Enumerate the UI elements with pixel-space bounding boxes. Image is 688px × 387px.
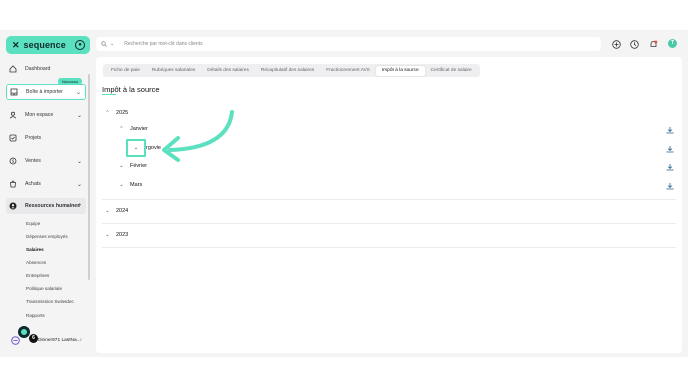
chevron-down-icon: ⌄	[133, 145, 139, 151]
chevron-down-icon: ⌄	[76, 112, 82, 119]
tab-fiche-de-paie[interactable]: Fiche de paie	[105, 66, 146, 76]
expand-canton-button[interactable]: ⌄	[126, 139, 146, 157]
tab-fractionnement[interactable]: Fractionnement AVS	[320, 66, 376, 76]
tab-rubriques[interactable]: Rubriques salariales	[146, 66, 201, 76]
sidebar-item-label: Dashboard	[25, 66, 51, 72]
search-bar[interactable]: ⌄ Recherche par mot-clé dans clients	[96, 37, 601, 51]
tab-recapitulatif[interactable]: Récapitulatif des salaires	[255, 66, 320, 76]
sidebar-item-label: Achats	[25, 181, 41, 187]
sidebar-subitem-depenses[interactable]: Dépenses employés	[26, 234, 68, 239]
user-icon	[9, 111, 17, 119]
month-row-janvier[interactable]: ⌃ Janvier	[119, 126, 148, 132]
company-icon	[11, 336, 20, 345]
chevron-down-icon: ⌄	[119, 163, 124, 169]
sidebar-subitem-swissdec[interactable]: Transmission Swissdec	[26, 299, 74, 304]
month-label: Mars	[130, 182, 143, 188]
year-row-2024[interactable]: ⌄ 2024	[105, 208, 128, 214]
divider	[102, 247, 676, 248]
brand-logo[interactable]: ✕ sequence ●	[6, 36, 90, 54]
chevron-up-icon: ⌃	[76, 203, 82, 210]
people-icon	[9, 202, 17, 210]
chevron-down-icon: ⌄	[76, 158, 82, 165]
chevron-up-icon: ⌃	[105, 110, 110, 116]
tab-bar: Fiche de paie Rubriques salariales Détai…	[103, 64, 480, 77]
bell-icon[interactable]	[648, 39, 658, 49]
chevron-down-icon[interactable]: ⌄	[110, 41, 114, 47]
sidebar-item-ressources-humaines[interactable]: Ressources humaines ⌃	[6, 198, 86, 214]
month-row-mars[interactable]: ⌄ Mars	[119, 182, 142, 188]
sidebar-scrollbar[interactable]	[88, 74, 90, 280]
sidebar-subitem-equipe[interactable]: Equipe	[26, 221, 40, 226]
divider	[102, 199, 676, 200]
clock-icon[interactable]	[629, 39, 639, 49]
notification-count-badge: 6	[29, 334, 38, 343]
chevron-down-icon: ⌄	[119, 182, 124, 188]
download-icon[interactable]	[665, 125, 674, 134]
year-label: 2025	[116, 110, 129, 116]
sidebar-subitem-politique[interactable]: Politique salariale	[26, 286, 62, 291]
tab-impot-a-la-source[interactable]: Impôt à la source	[375, 65, 425, 76]
new-badge: Nouveau	[58, 78, 82, 85]
sidebar-item-label: Projets	[25, 135, 42, 141]
user-name[interactable]: Dinner971 LastNa...	[38, 338, 81, 343]
sidebar-item-label: Ventes	[25, 158, 41, 164]
main-card	[96, 57, 682, 353]
sidebar-subitem-entreprises[interactable]: Entreprises	[26, 273, 49, 278]
sidebar-item-projets[interactable]: Projets	[6, 130, 86, 146]
year-label: 2024	[116, 208, 129, 214]
avatar[interactable]: T	[668, 39, 677, 48]
page-title: Impôt à la source	[102, 85, 160, 94]
download-icon[interactable]	[665, 144, 674, 153]
search-icon	[101, 41, 107, 47]
check-square-icon	[9, 134, 17, 142]
sidebar-subitem-rapports[interactable]: Rapports	[26, 313, 45, 318]
chevron-down-icon: ⌄	[105, 208, 110, 214]
year-row-2025[interactable]: ⌃ 2025	[105, 110, 128, 116]
dollar-icon: $	[9, 157, 17, 165]
download-icon[interactable]	[665, 162, 674, 171]
sidebar-subitem-absences[interactable]: Absences	[26, 260, 46, 265]
sidebar-item-boite-a-importer[interactable]: Boîte à importer ⌄	[6, 84, 86, 100]
tab-certificat[interactable]: Certificat de salaire	[425, 66, 478, 76]
year-label: 2023	[116, 232, 129, 238]
sidebar-item-label: Ressources humaines	[25, 203, 81, 209]
download-icon[interactable]	[665, 181, 674, 190]
chevron-right-icon[interactable]: ›	[80, 337, 82, 343]
svg-text:$: $	[12, 159, 15, 165]
home-icon	[9, 65, 17, 73]
divider	[102, 223, 676, 224]
cart-icon	[9, 180, 17, 188]
add-icon[interactable]	[611, 39, 621, 49]
sidebar-item-mon-espace[interactable]: Mon espace ⌄	[6, 107, 86, 123]
sidebar-item-dashboard[interactable]: Dashboard	[6, 61, 86, 77]
title-underline	[102, 94, 116, 95]
search-input[interactable]: Recherche par mot-clé dans clients	[124, 41, 202, 47]
chevron-up-icon: ⌃	[119, 126, 124, 132]
brand-mark-icon: ✕	[12, 39, 20, 50]
month-label: Février	[130, 163, 148, 169]
month-row-fevrier[interactable]: ⌄ Février	[119, 163, 147, 169]
inbox-icon	[10, 88, 18, 96]
chevron-down-icon: ⌄	[76, 181, 82, 188]
brand-name: sequence	[23, 40, 66, 50]
sidebar-item-label: Mon espace	[25, 112, 54, 118]
annotation-arrow-icon	[162, 110, 234, 162]
tab-details[interactable]: Détails des salaires	[201, 66, 255, 76]
sidebar-subitem-salaires[interactable]: Salaires	[26, 247, 44, 252]
brand-menu-icon[interactable]: ●	[75, 40, 85, 50]
sidebar-item-label: Boîte à importer	[26, 89, 63, 95]
chevron-down-icon: ⌄	[75, 89, 81, 96]
year-row-2023[interactable]: ⌄ 2023	[105, 232, 128, 238]
sidebar-item-ventes[interactable]: $ Ventes ⌄	[6, 153, 86, 169]
sidebar-item-achats[interactable]: Achats ⌄	[6, 176, 86, 192]
chevron-down-icon: ⌄	[105, 232, 110, 238]
month-label: Janvier	[130, 126, 148, 132]
